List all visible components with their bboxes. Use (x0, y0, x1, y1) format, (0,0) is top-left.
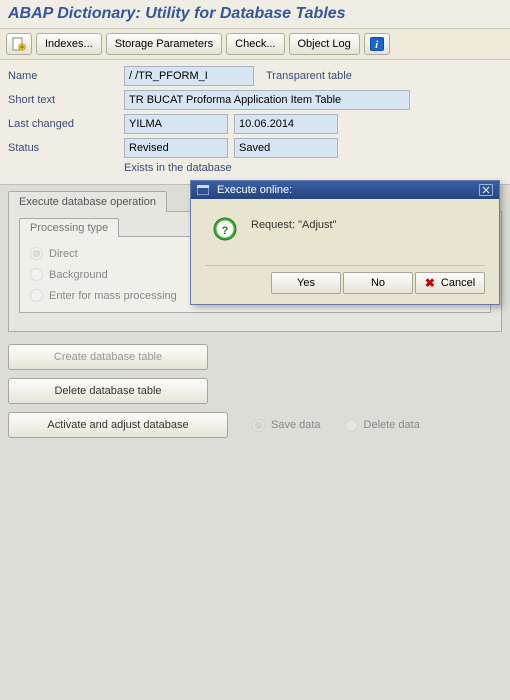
save-data-radio[interactable] (252, 419, 265, 432)
dialog-title-text: Execute online: (217, 184, 292, 196)
changed-on: 10.06.2014 (234, 114, 338, 134)
radio-direct-label: Direct (49, 248, 78, 260)
dialog-body: ? Request: "Adjust" Yes No ✖ Cancel (191, 199, 499, 304)
exists-text: Exists in the database (124, 162, 232, 174)
status-label: Status (8, 142, 124, 154)
radio-mass-label: Enter for mass processing (49, 290, 177, 302)
status-saved: Saved (234, 138, 338, 158)
radio-background-label: Background (49, 269, 108, 281)
dialog-cancel-label: Cancel (441, 277, 475, 289)
dialog-cancel-button[interactable]: ✖ Cancel (415, 272, 485, 294)
svg-text:?: ? (222, 225, 229, 237)
new-object-button[interactable] (6, 33, 32, 55)
storage-parameters-button[interactable]: Storage Parameters (106, 33, 222, 55)
page-title: ABAP Dictionary: Utility for Database Ta… (0, 0, 510, 28)
dialog-message: Request: "Adjust" (251, 217, 336, 231)
short-text-value: TR BUCAT Proforma Application Item Table (124, 90, 410, 110)
radio-mass-input[interactable] (30, 289, 43, 302)
delete-data-option[interactable]: Delete data (345, 419, 420, 432)
delete-data-label: Delete data (364, 419, 420, 431)
indexes-button[interactable]: Indexes... (36, 33, 102, 55)
short-text-label: Short text (8, 94, 124, 106)
header-fields: Name / /TR_PFORM_I Transparent table Sho… (0, 60, 510, 184)
name-value: / /TR_PFORM_I (124, 66, 254, 86)
dialog-close-button[interactable] (479, 184, 493, 196)
processing-type-tab: Processing type (19, 218, 119, 237)
delete-db-table-button[interactable]: Delete database table (8, 378, 208, 404)
cancel-x-icon: ✖ (425, 276, 435, 290)
check-button[interactable]: Check... (226, 33, 284, 55)
dialog-buttons: Yes No ✖ Cancel (205, 265, 485, 294)
dialog-no-button[interactable]: No (343, 272, 413, 294)
changed-by: YILMA (124, 114, 228, 134)
object-log-button[interactable]: Object Log (289, 33, 360, 55)
close-icon (482, 186, 490, 194)
delete-data-radio[interactable] (345, 419, 358, 432)
radio-background-input[interactable] (30, 268, 43, 281)
question-icon: ? (213, 217, 237, 241)
radio-direct-input[interactable] (30, 247, 43, 260)
status-revised: Revised (124, 138, 228, 158)
create-db-table-button[interactable]: Create database table (8, 344, 208, 370)
name-label: Name (8, 70, 124, 82)
info-button[interactable]: i (364, 33, 390, 55)
exec-group-tab: Execute database operation (8, 191, 167, 212)
last-changed-label: Last changed (8, 118, 124, 130)
save-data-label: Save data (271, 419, 321, 431)
info-icon: i (370, 37, 384, 51)
save-data-option[interactable]: Save data (252, 419, 321, 432)
toolbar: Indexes... Storage Parameters Check... O… (0, 28, 510, 60)
dialog-title-icon (197, 185, 209, 195)
new-document-icon (12, 37, 26, 51)
confirm-dialog: Execute online: ? Request: "Adjust" Yes … (190, 180, 500, 305)
dialog-yes-button[interactable]: Yes (271, 272, 341, 294)
name-type: Transparent table (260, 70, 352, 82)
dialog-titlebar[interactable]: Execute online: (191, 181, 499, 199)
activate-adjust-button[interactable]: Activate and adjust database (8, 412, 228, 438)
